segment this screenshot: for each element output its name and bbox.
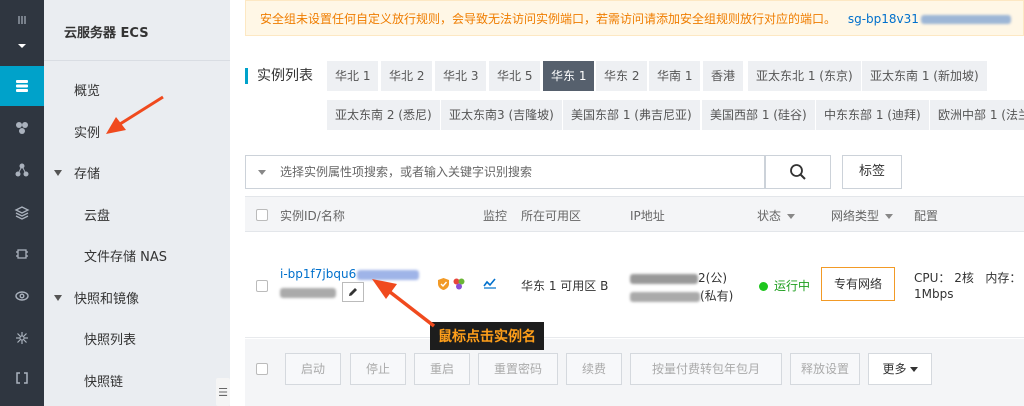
product-title: 云服务器 ECS: [64, 26, 149, 41]
icon-rail: [0, 0, 44, 406]
col-config: 配置: [914, 209, 939, 223]
server-icon[interactable]: [0, 66, 44, 106]
restart-button[interactable]: 重启: [414, 353, 470, 385]
col-status[interactable]: 状态: [757, 207, 796, 224]
edit-name-button[interactable]: [342, 282, 364, 302]
bulk-action-bar: 启动 停止 重启 重置密码 续费 按量付费转包年包月 释放设置 更多: [245, 339, 1024, 406]
secondary-nav: 云服务器 ECS 概览 实例 存储 云盘 文件存储 NAS 快照和镜像 快照列表…: [44, 0, 230, 406]
region-tab[interactable]: 华北 2: [381, 61, 433, 91]
col-network[interactable]: 网络类型: [831, 207, 894, 224]
region-tab[interactable]: 美国西部 1 (硅谷): [702, 100, 815, 130]
filter-dropdown-icon: [787, 214, 796, 219]
service-badge-icon[interactable]: [452, 277, 466, 294]
search-input[interactable]: 选择实例属性项搜索，或者输入关键字识别搜索: [245, 155, 765, 189]
caret-down-icon: [54, 169, 62, 176]
nav-group-label: 快照和镜像: [74, 292, 140, 307]
region-tab[interactable]: 华北 5: [489, 61, 541, 91]
instance-zone: 华东 1 可用区 B: [521, 279, 609, 293]
filter-dropdown-icon: [885, 214, 894, 219]
security-shield-icon[interactable]: [437, 277, 450, 294]
nav-item-disks[interactable]: 云盘: [84, 205, 110, 224]
col-id-name: 实例ID/名称: [280, 209, 345, 223]
region-tab[interactable]: 亚太东北 1 (东京): [748, 61, 861, 91]
caret-down-icon: [54, 294, 62, 301]
col-ip: IP地址: [630, 209, 665, 223]
convert-billing-button[interactable]: 按量付费转包年包月: [630, 353, 782, 385]
nav-item-snapshot-list[interactable]: 快照列表: [84, 329, 136, 348]
region-tab[interactable]: 香港: [703, 61, 744, 91]
renew-button[interactable]: 续费: [566, 353, 622, 385]
private-ip: (私有): [630, 287, 733, 304]
nav-item-snapshot-chain[interactable]: 快照链: [84, 371, 123, 390]
layers-icon[interactable]: [0, 192, 44, 232]
network-icon[interactable]: [0, 150, 44, 190]
nav-group-snapshots[interactable]: 快照和镜像: [54, 288, 139, 307]
chevron-down-icon: [909, 367, 918, 372]
region-tab[interactable]: 亚太东南 1 (新加坡): [862, 61, 987, 91]
config-cpu-memory: CPU： 2核 内存：: [914, 271, 1022, 285]
col-zone: 所在可用区: [521, 209, 582, 223]
stop-button[interactable]: 停止: [350, 353, 406, 385]
network-type-button[interactable]: 专有网络: [821, 267, 895, 301]
collapse-nav-icon[interactable]: ☰: [216, 378, 230, 406]
select-all-checkbox[interactable]: [256, 209, 268, 221]
tutorial-annotation: 鼠标点击实例名: [430, 322, 544, 350]
nav-group-label: 存储: [74, 167, 101, 182]
public-ip: 2(公): [630, 269, 727, 286]
nav-item-instances[interactable]: 实例: [74, 122, 100, 141]
security-warning-banner: 安全组未设置任何自定义放行规则，会导致无法访问实例端口，若需访问请添加安全组规则…: [245, 0, 1024, 36]
instance-id-link[interactable]: i-bp1f7jbqu6: [280, 267, 420, 281]
warning-text: 安全组未设置任何自定义放行规则，会导致无法访问实例端口，若需访问请添加安全组规则…: [260, 12, 837, 26]
start-button[interactable]: 启动: [285, 353, 341, 385]
more-actions-button[interactable]: 更多: [868, 353, 932, 385]
status-badge: 运行中: [759, 277, 810, 294]
nav-divider: [44, 60, 230, 61]
region-tab[interactable]: 华南 1: [649, 61, 701, 91]
search-icon: [790, 164, 806, 180]
monitor-chart-icon[interactable]: [483, 277, 497, 292]
region-tab[interactable]: 亚太东南 2 (悉尼): [327, 100, 440, 130]
region-tab[interactable]: 欧洲中部 1 (法兰: [930, 100, 1024, 130]
table-row: i-bp1f7jbqu6 华东 1 可用区 B 2(公) (私有) 运行中 专有…: [245, 233, 1024, 338]
filter-dropdown-icon[interactable]: [258, 170, 266, 175]
config-bandwidth: 1Mbps: [914, 287, 954, 301]
page-title: 实例列表: [245, 68, 313, 84]
cluster-icon[interactable]: [0, 108, 44, 148]
release-settings-button[interactable]: 释放设置: [790, 353, 860, 385]
table-header: 实例ID/名称 监控 所在可用区 IP地址 状态 网络类型 配置: [245, 196, 1024, 232]
chip-icon[interactable]: [0, 234, 44, 274]
status-dot-icon: [759, 282, 768, 291]
nav-item-nas[interactable]: 文件存储 NAS: [84, 246, 167, 265]
search-placeholder: 选择实例属性项搜索，或者输入关键字识别搜索: [280, 165, 533, 179]
region-tab-selected[interactable]: 华东 1: [543, 61, 595, 91]
row-checkbox[interactable]: [256, 280, 268, 292]
nav-group-storage[interactable]: 存储: [54, 163, 100, 182]
chevron-down-icon[interactable]: [0, 26, 44, 66]
region-tab[interactable]: 中东东部 1 (迪拜): [816, 100, 929, 130]
region-tab[interactable]: 华北 1: [327, 61, 379, 91]
region-tab[interactable]: 华东 2: [596, 61, 648, 91]
region-tab[interactable]: 亚太东南3 (吉隆坡): [441, 100, 562, 130]
nav-item-overview[interactable]: 概览: [74, 80, 100, 99]
col-monitor: 监控: [483, 209, 508, 223]
pencil-icon: [349, 288, 357, 296]
region-tab[interactable]: 华北 3: [435, 61, 487, 91]
select-all-checkbox[interactable]: [256, 363, 268, 375]
tag-button[interactable]: 标签: [842, 155, 902, 189]
search-button[interactable]: [765, 155, 831, 189]
reset-password-button[interactable]: 重置密码: [478, 353, 558, 385]
bracket-icon[interactable]: [0, 358, 44, 398]
hub-icon[interactable]: [0, 318, 44, 358]
eye-icon[interactable]: [0, 276, 44, 316]
instance-name[interactable]: [280, 287, 336, 301]
security-group-link[interactable]: sg-bp18v31: [848, 12, 1011, 26]
region-tab[interactable]: 美国东部 1 (弗吉尼亚): [563, 100, 700, 130]
